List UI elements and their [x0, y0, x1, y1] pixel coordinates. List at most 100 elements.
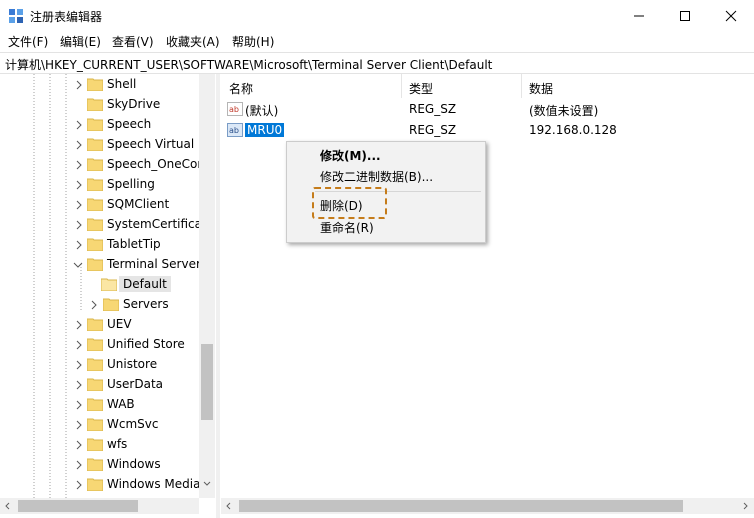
tree-item-label: UserData: [107, 377, 164, 391]
tree-item-wab[interactable]: WAB: [0, 395, 200, 415]
title-bar: 注册表编辑器: [0, 0, 754, 31]
chevron-right-icon[interactable]: [74, 320, 84, 330]
tree-item-label: SQMClient: [107, 197, 170, 211]
scrollbar-thumb[interactable]: [18, 500, 138, 512]
tree-item-default[interactable]: Default: [0, 275, 200, 295]
scrollbar-thumb[interactable]: [201, 344, 213, 420]
tree-vertical-scrollbar[interactable]: [199, 74, 215, 498]
folder-icon: [87, 418, 103, 431]
context-menu-modify-binary[interactable]: 修改二进制数据(B)...: [320, 168, 433, 185]
minimize-button[interactable]: [616, 0, 662, 31]
scrollbar-thumb[interactable]: [239, 500, 683, 512]
chevron-down-icon[interactable]: [73, 260, 83, 270]
folder-open-icon: [87, 258, 103, 271]
delete-highlight-annotation: [312, 187, 387, 219]
tree-item-speech-virtual[interactable]: Speech Virtual: [0, 135, 200, 155]
menu-file[interactable]: 文件(F): [8, 33, 48, 50]
tree-item-sqmclient[interactable]: SQMClient: [0, 195, 200, 215]
chevron-right-icon[interactable]: [74, 160, 84, 170]
chevron-right-icon[interactable]: [74, 360, 84, 370]
folder-icon: [87, 98, 103, 111]
scroll-left-icon[interactable]: [225, 502, 233, 510]
chevron-right-icon[interactable]: [74, 180, 84, 190]
tree-item-label: Speech: [107, 117, 152, 131]
svg-text:ab: ab: [229, 105, 239, 114]
list-row[interactable]: ab (默认) REG_SZ (数值未设置): [221, 100, 754, 120]
tree-item-windows-media[interactable]: Windows Media: [0, 475, 200, 495]
folder-icon: [103, 298, 119, 311]
chevron-right-icon[interactable]: [74, 340, 84, 350]
folder-icon: [101, 278, 117, 291]
tree-item-uev[interactable]: UEV: [0, 315, 200, 335]
tree-item-servers[interactable]: Servers: [0, 295, 200, 315]
tree-item-wcmsvc[interactable]: WcmSvc: [0, 415, 200, 435]
column-header-name[interactable]: 名称: [229, 80, 253, 97]
tree-item-label: WcmSvc: [107, 417, 159, 431]
tree-item-label: Servers: [123, 297, 169, 311]
folder-icon: [87, 138, 103, 151]
chevron-right-icon[interactable]: [74, 400, 84, 410]
folder-icon: [87, 358, 103, 371]
tree-item-userdata[interactable]: UserData: [0, 375, 200, 395]
chevron-right-icon[interactable]: [74, 480, 84, 490]
scroll-down-icon[interactable]: [203, 480, 211, 488]
chevron-right-icon[interactable]: [74, 220, 84, 230]
folder-icon: [87, 158, 103, 171]
tree-item-label: Speech Virtual: [107, 137, 195, 151]
tree-item-unistore[interactable]: Unistore: [0, 355, 200, 375]
list-row[interactable]: ab MRU0 REG_SZ 192.168.0.128: [221, 121, 754, 141]
chevron-right-icon[interactable]: [74, 200, 84, 210]
tree-item-tablettip[interactable]: TabletTip: [0, 235, 200, 255]
address-path: 计算机\HKEY_CURRENT_USER\SOFTWARE\Microsoft…: [5, 58, 493, 72]
column-divider[interactable]: [401, 74, 402, 98]
menu-favorites[interactable]: 收藏夹(A): [166, 33, 220, 50]
tree-item-label: wfs: [107, 437, 128, 451]
maximize-button[interactable]: [662, 0, 708, 31]
column-header-data[interactable]: 数据: [529, 80, 553, 97]
tree-item-skydrive[interactable]: SkyDrive: [0, 95, 200, 115]
chevron-right-icon[interactable]: [74, 120, 84, 130]
tree-item-label: Unified Store: [107, 337, 185, 351]
context-menu-modify[interactable]: 修改(M)...: [320, 147, 381, 164]
tree-item-terminal-server[interactable]: Terminal Server: [0, 255, 201, 275]
folder-icon: [87, 318, 103, 331]
list-header: 名称 类型 数据: [221, 74, 754, 98]
chevron-right-icon[interactable]: [74, 80, 84, 90]
pane-splitter[interactable]: [216, 74, 220, 518]
tree-item-label: SkyDrive: [107, 97, 161, 111]
chevron-right-icon[interactable]: [74, 380, 84, 390]
folder-icon: [87, 118, 103, 131]
tree-horizontal-scrollbar[interactable]: [0, 498, 199, 514]
context-menu-rename[interactable]: 重命名(R): [320, 219, 374, 236]
chevron-right-icon[interactable]: [89, 300, 99, 310]
tree-item-speech[interactable]: Speech: [0, 115, 200, 135]
value-list: 名称 类型 数据 ab (默认) REG_SZ (数值未设置) ab MRU0 …: [221, 74, 754, 498]
chevron-right-icon[interactable]: [74, 460, 84, 470]
menu-help[interactable]: 帮助(H): [232, 33, 274, 50]
svg-text:ab: ab: [229, 126, 239, 135]
address-bar[interactable]: 计算机\HKEY_CURRENT_USER\SOFTWARE\Microsoft…: [0, 52, 754, 74]
scroll-left-icon[interactable]: [4, 502, 12, 510]
tree-item-speech-onecore[interactable]: Speech_OneCor: [0, 155, 202, 175]
tree-item-label: WAB: [107, 397, 135, 411]
folder-icon: [87, 338, 103, 351]
tree-item-unified-store[interactable]: Unified Store: [0, 335, 200, 355]
list-horizontal-scrollbar[interactable]: [221, 498, 754, 514]
chevron-right-icon[interactable]: [74, 440, 84, 450]
tree-item-label: UEV: [107, 317, 132, 331]
chevron-right-icon[interactable]: [74, 420, 84, 430]
column-divider[interactable]: [521, 74, 522, 98]
maximize-icon: [680, 10, 690, 21]
tree-item-spelling[interactable]: Spelling: [0, 175, 200, 195]
tree-item-systemcertificates[interactable]: SystemCertificat: [0, 215, 207, 235]
menu-edit[interactable]: 编辑(E): [60, 33, 101, 50]
scroll-right-icon[interactable]: [741, 502, 749, 510]
close-button[interactable]: [708, 0, 754, 31]
chevron-right-icon[interactable]: [74, 240, 84, 250]
menu-view[interactable]: 查看(V): [112, 33, 154, 50]
tree-item-shell[interactable]: Shell: [0, 75, 200, 95]
chevron-right-icon[interactable]: [74, 140, 84, 150]
tree-item-windows[interactable]: Windows: [0, 455, 200, 475]
tree-item-wfs[interactable]: wfs: [0, 435, 200, 455]
column-header-type[interactable]: 类型: [409, 80, 433, 97]
